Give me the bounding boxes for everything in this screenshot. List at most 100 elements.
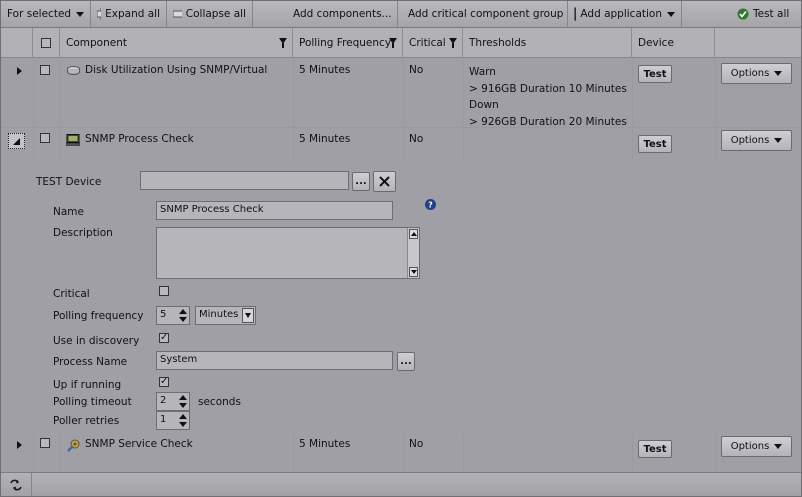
polling-frequency-unit-select[interactable]: Minutes [195,306,256,325]
help-icon[interactable]: ? [425,199,436,210]
critical-checkbox[interactable] [159,286,169,296]
disk-icon [67,66,80,75]
check-circle-icon [737,8,749,20]
row-checkbox[interactable] [40,438,50,448]
component-editor: For selected Expand all Collapse all Add… [0,0,802,497]
critical-value: No [409,438,424,450]
description-label: Description [53,227,113,239]
description-textarea[interactable] [156,227,420,279]
table-row: Disk Utilization Using SNMP/Virtual 5 Mi… [1,58,801,128]
options-button[interactable]: Options [721,63,792,84]
test-button[interactable]: Test [638,135,672,153]
collapse-all-button[interactable]: Collapse all [167,1,253,27]
component-name[interactable]: SNMP Service Check [85,438,193,450]
up-if-running-checkbox[interactable] [159,377,169,387]
column-header-device: Device [632,28,715,58]
stepper-arrows-icon[interactable] [179,309,187,322]
expand-all-label: Expand all [105,8,160,20]
use-in-discovery-checkbox[interactable] [159,333,169,343]
refresh-icon [10,479,22,490]
threshold-line: > 916GB Duration 10 Minutes [469,82,627,95]
thresholds-list: Warn > 916GB Duration 10 Minutes Down > … [469,64,627,130]
up-if-running-label: Up if running [53,379,122,391]
row-checkbox[interactable] [40,133,50,143]
component-header-label: Component [66,37,127,49]
test-button[interactable]: Test [638,440,672,458]
options-label: Options [730,441,770,452]
expand-row-icon[interactable] [17,441,22,449]
filter-icon[interactable] [279,38,287,48]
expand-column-header [1,28,33,58]
component-name[interactable]: Disk Utilization Using SNMP/Virtual [85,64,267,76]
options-label: Options [730,68,770,79]
table-row: SNMP Process Check 5 Minutes No Test Opt… [1,128,801,163]
process-name-input[interactable]: System [156,351,393,370]
toolbar: For selected Expand all Collapse all Add… [1,1,801,28]
polling-frequency-value: 5 [160,309,167,320]
chevron-down-icon[interactable] [242,308,254,323]
add-components-button[interactable]: Add components... [283,1,398,27]
chevron-down-icon [76,11,85,17]
add-critical-group-button[interactable]: Add critical component group [398,1,568,27]
collapse-row-toggle[interactable] [8,133,25,149]
polling-frequency: 5 Minutes [299,133,351,145]
add-application-dropdown[interactable]: Add application [568,1,682,27]
process-name-label: Process Name [53,356,128,368]
grid-footer [1,472,801,496]
for-selected-dropdown[interactable]: For selected [1,1,91,27]
options-button[interactable]: Options [721,130,792,151]
add-components-label: Add components... [293,8,392,20]
chevron-down-icon [774,138,783,143]
expand-all-button[interactable]: Expand all [91,1,167,27]
expand-row-icon[interactable] [17,67,22,75]
table-header: Component Polling Frequency Critical Thr… [1,28,801,58]
column-header-polling-frequency[interactable]: Polling Frequency [293,28,403,58]
test-all-label: Test all [753,8,790,20]
test-button[interactable]: Test [638,65,672,83]
polling-timeout-stepper[interactable]: 2 [156,392,190,411]
poller-retries-label: Poller retries [53,415,120,427]
stepper-arrows-icon[interactable] [179,414,187,427]
add-critical-group-label: Add critical component group [408,8,564,20]
column-header-component[interactable]: Component [60,28,293,58]
polling-frequency-label: Polling frequency [53,310,144,322]
component-detail-panel: TEST Device ... Name SNMP Process Check … [1,163,801,433]
poller-retries-stepper[interactable]: 1 [156,411,190,430]
refresh-button[interactable] [1,473,32,496]
test-all-button[interactable]: Test all [731,1,801,27]
close-icon [379,176,390,187]
clear-device-button[interactable] [373,171,396,192]
test-device-input[interactable] [140,171,349,190]
description-scrollbar[interactable] [407,228,419,278]
browse-device-button[interactable]: ... [352,172,370,191]
polling-timeout-label: Polling timeout [53,396,132,408]
use-in-discovery-label: Use in discovery [53,335,140,347]
poller-retries-value: 1 [160,414,167,425]
filter-icon[interactable] [449,38,457,48]
polling-frequency: 5 Minutes [299,438,351,450]
name-input[interactable]: SNMP Process Check [156,201,393,220]
critical-label: Critical [53,288,90,300]
stepper-arrows-icon[interactable] [179,395,187,408]
collapse-icon [173,10,182,18]
row-checkbox[interactable] [40,65,50,75]
chevron-down-icon [774,444,783,449]
threshold-line: Warn [469,66,496,78]
select-all-cell [33,28,60,58]
options-button[interactable]: Options [721,436,792,457]
device-header-label: Device [638,37,674,49]
polling-timeout-value: 2 [160,395,167,406]
browse-process-button[interactable]: ... [397,352,415,371]
application-icon [574,7,577,21]
column-header-critical[interactable]: Critical [403,28,463,58]
critical-header-label: Critical [409,37,446,49]
svg-text:?: ? [428,201,433,210]
options-label: Options [730,135,770,146]
select-all-checkbox[interactable] [41,38,51,48]
chevron-down-icon [667,11,675,17]
polling-frequency: 5 Minutes [299,64,351,76]
polling-frequency-stepper[interactable]: 5 [156,306,190,325]
component-name[interactable]: SNMP Process Check [85,133,194,145]
filter-icon[interactable] [389,38,397,48]
thresholds-header-label: Thresholds [469,37,527,49]
